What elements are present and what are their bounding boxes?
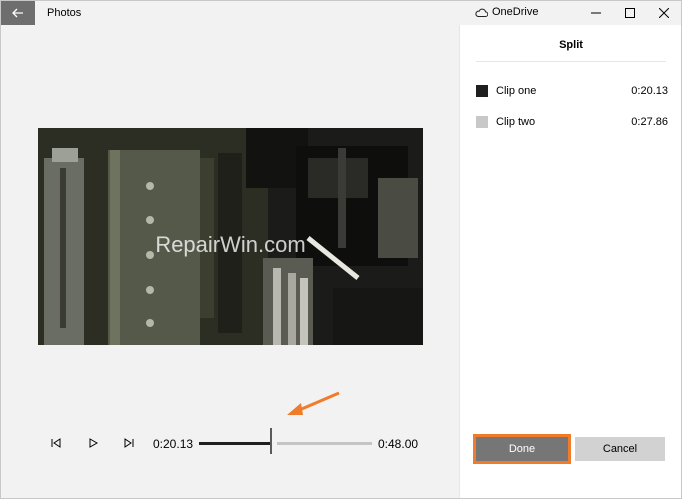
app-title: Photos	[47, 7, 82, 19]
timeline-remaining[interactable]	[277, 442, 372, 445]
clip-row: Clip one 0:20.13	[476, 83, 668, 99]
split-panel: Split Clip one 0:20.13 Clip two 0:27.86	[459, 25, 681, 498]
maximize-button[interactable]	[613, 1, 647, 25]
play-icon	[89, 438, 98, 448]
title-bar: Photos OneDrive	[1, 1, 681, 25]
video-preview-area: RepairWin.com 0:20.13 0:48.00	[1, 25, 550, 498]
clip-label: Clip one	[496, 85, 537, 97]
current-time: 0:20.13	[153, 437, 194, 451]
close-button[interactable]	[647, 1, 681, 25]
previous-frame-icon	[51, 438, 61, 448]
clip-duration: 0:20.13	[631, 85, 668, 97]
back-arrow-icon	[12, 8, 23, 18]
total-time: 0:48.00	[378, 437, 419, 451]
back-button[interactable]	[1, 1, 35, 25]
clip-duration: 0:27.86	[631, 116, 668, 128]
play-button[interactable]	[83, 433, 103, 453]
close-icon	[659, 8, 669, 18]
minimize-icon	[591, 12, 601, 14]
done-button[interactable]: Done	[473, 434, 571, 464]
clip-label: Clip two	[496, 116, 536, 128]
onedrive-label: OneDrive	[492, 6, 539, 18]
panel-divider	[476, 61, 666, 62]
previous-frame-button[interactable]	[46, 433, 66, 453]
next-frame-button[interactable]	[119, 433, 139, 453]
playback-controls: 0:20.13 0:48.00	[1, 417, 550, 467]
cancel-button[interactable]: Cancel	[575, 437, 665, 461]
clip-swatch	[476, 116, 488, 128]
annotation-arrow-icon	[287, 391, 340, 415]
window-controls	[579, 1, 681, 25]
maximize-icon	[625, 8, 635, 18]
clip-row: Clip two 0:27.86	[476, 114, 668, 130]
onedrive-cloud-icon	[475, 8, 488, 17]
clip-swatch	[476, 85, 488, 97]
next-frame-icon	[124, 438, 134, 448]
onedrive-button[interactable]: OneDrive	[475, 6, 538, 18]
split-marker[interactable]	[270, 423, 550, 454]
panel-title: Split	[559, 39, 583, 51]
minimize-button[interactable]	[579, 1, 613, 25]
photos-window: Photos OneDrive RepairWin.com 0:20.13 0:…	[0, 0, 682, 499]
timeline-played[interactable]	[199, 442, 271, 445]
watermark-text: RepairWin.com	[155, 232, 306, 257]
video-frame: RepairWin.com	[38, 128, 423, 345]
